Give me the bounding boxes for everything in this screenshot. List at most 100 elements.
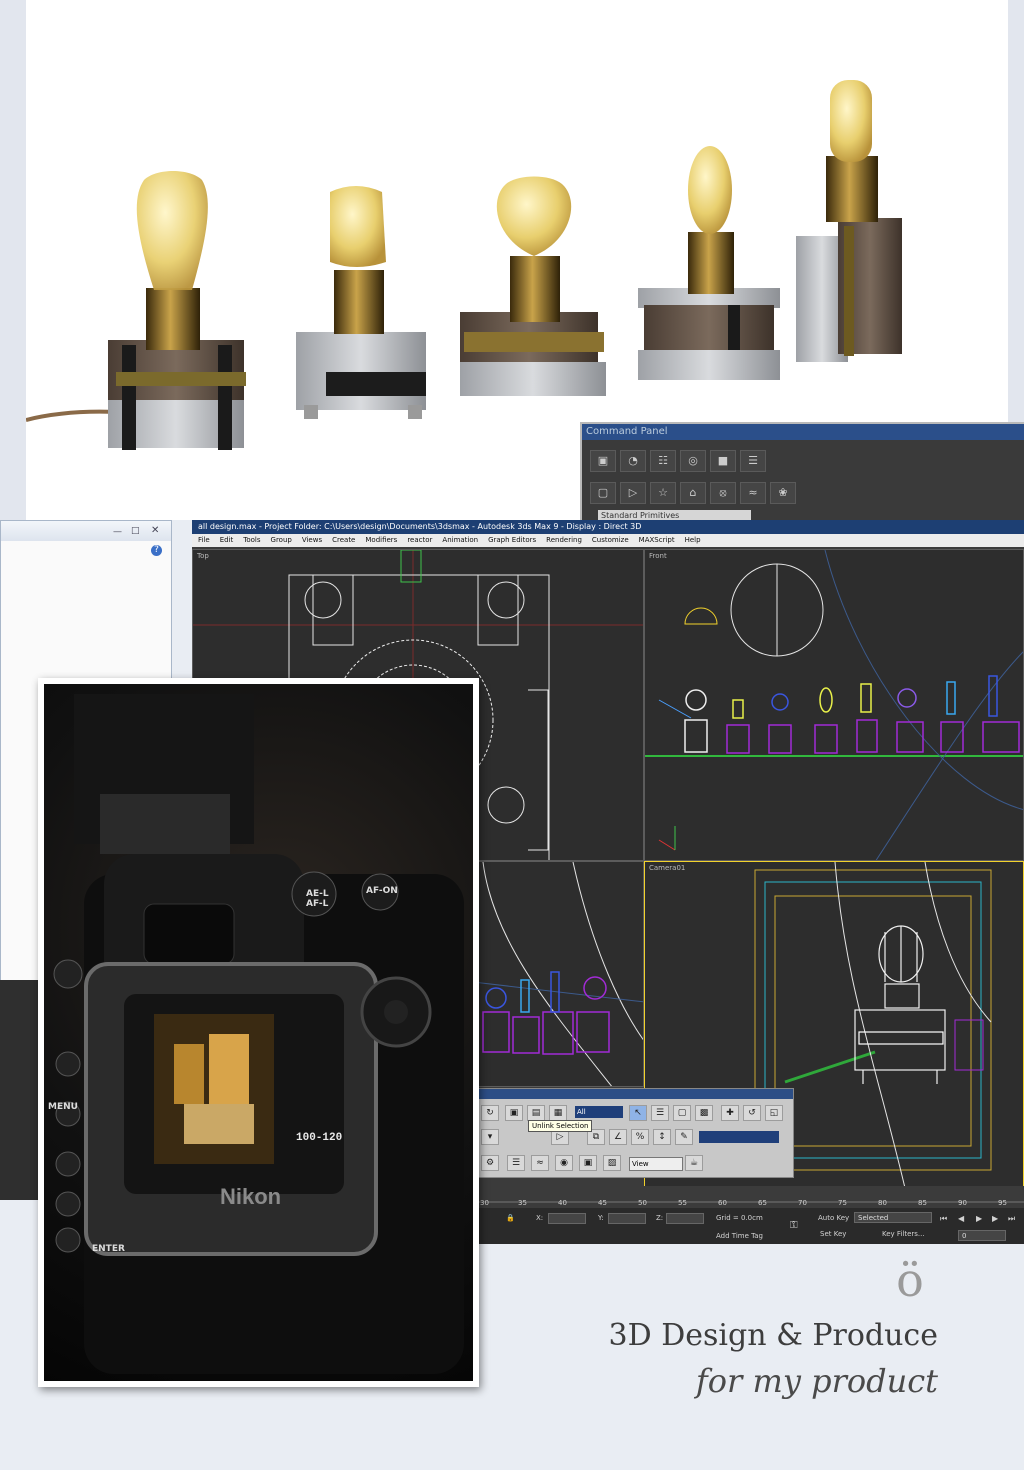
select-and-scale-icon[interactable]: ◱ [765,1105,783,1121]
add-time-tag[interactable]: Add Time Tag [716,1232,763,1240]
quick-render-icon[interactable]: ☕ [685,1155,703,1171]
close-icon[interactable]: ✕ [151,525,159,536]
cable [25,409,117,422]
z-coordinate-field[interactable] [666,1213,704,1224]
lamp-2 [296,186,426,419]
current-frame-field[interactable]: 0 [958,1230,1006,1241]
go-to-start-icon[interactable]: ⏮ [940,1214,947,1224]
lamp-1 [108,171,246,450]
floating-toolbar-titlebar[interactable] [479,1089,793,1099]
menu-group[interactable]: Group [271,534,292,547]
camera-brand-logo: Nikon [220,1184,282,1209]
previous-frame-icon[interactable]: ◀ [958,1214,964,1223]
percent-snap-icon[interactable]: % [631,1129,649,1145]
command-panel[interactable]: Command Panel ▣ ◔ ☷ ◎ ■ ☰ ▢ ▷ ☆ ⌂ ⦻ ≈ ❀ … [580,422,1024,522]
y-coordinate-field[interactable] [608,1213,646,1224]
command-panel-tabs: ▣ ◔ ☷ ◎ ■ ☰ [590,450,766,472]
menu-edit[interactable]: Edit [220,534,234,547]
select-and-rotate-icon[interactable]: ↺ [743,1105,761,1121]
brand-logo: ö [896,1253,924,1307]
space-warps-icon[interactable]: ≈ [740,482,766,504]
next-frame-icon[interactable]: ▶ [992,1214,998,1223]
hierarchy-tab-icon[interactable]: ☷ [650,450,676,472]
key-filters-button[interactable]: Key Filters... [882,1230,925,1238]
create-tab-icon[interactable]: ▣ [590,450,616,472]
menu-maxscript[interactable]: MAXScript [639,534,675,547]
menu-customize[interactable]: Customize [592,534,629,547]
cameras-icon[interactable]: ⌂ [680,482,706,504]
secondary-window-titlebar: — □ ✕ ? [1,521,171,556]
render-frame-icon[interactable]: ▨ [603,1155,621,1171]
lights-icon[interactable]: ☆ [650,482,676,504]
redo-icon[interactable]: ↻ [481,1105,499,1121]
window-crossing-icon[interactable]: ▩ [695,1105,713,1121]
select-and-link-icon[interactable]: ▣ [505,1105,523,1121]
motion-tab-icon[interactable]: ◎ [680,450,706,472]
floating-toolbar[interactable]: ↻ ▣ ▤ ▦ All ↖ ☰ ▢ ▩ ✚ ↺ ◱ ▾ ▷ ⧉ ∠ % ↕ ✎ … [478,1088,794,1178]
render-setup-icon[interactable]: ▣ [579,1155,597,1171]
spinner-snap-icon[interactable]: ↕ [653,1129,671,1145]
display-tab-icon[interactable]: ■ [710,450,736,472]
menu-graph-editors[interactable]: Graph Editors [488,534,536,547]
menu-file[interactable]: File [198,534,210,547]
menu-modifiers[interactable]: Modifiers [365,534,397,547]
menu-views[interactable]: Views [302,534,322,547]
material-editor-icon[interactable]: ◉ [555,1155,573,1171]
unlink-selection-tooltip: Unlink Selection [528,1120,593,1132]
maximize-icon[interactable]: □ [131,526,140,536]
grid-size: Grid = 0.0cm [716,1214,763,1222]
viewport-top-label: Top [197,552,209,560]
af-on-label: AF-ON [366,886,398,896]
key-icon[interactable]: ⚿ [790,1220,798,1231]
selection-filter-dropdown[interactable]: All [575,1106,623,1118]
systems-icon[interactable]: ❀ [770,482,796,504]
tick-label: 35 [518,1199,527,1207]
select-by-name-icon[interactable]: ☰ [651,1105,669,1121]
tick-label: 70 [798,1199,807,1207]
help-icon[interactable]: ? [151,545,162,556]
edit-named-selection-icon[interactable]: ✎ [675,1129,693,1145]
menu-animation[interactable]: Animation [442,534,478,547]
bind-to-space-warp-icon[interactable]: ▦ [549,1105,567,1121]
tick-label: 75 [838,1199,847,1207]
reference-dropdown-icon[interactable]: ▾ [481,1129,499,1145]
angle-snap-icon[interactable]: ∠ [609,1129,627,1145]
set-key-button[interactable]: Set Key [820,1230,846,1238]
lamp-3 [460,176,606,396]
curve-editor-icon[interactable]: ≈ [531,1155,549,1171]
schematic-view-icon[interactable]: ⚙ [481,1155,499,1171]
tick-label: 85 [918,1199,927,1207]
y-label: Y: [598,1214,604,1222]
max-menu-bar: File Edit Tools Group Views Create Modif… [192,534,1024,547]
go-to-end-icon[interactable]: ⏭ [1008,1214,1015,1224]
menu-tools[interactable]: Tools [243,534,260,547]
select-and-move-icon[interactable]: ✚ [721,1105,739,1121]
menu-rendering[interactable]: Rendering [546,534,582,547]
select-object-icon[interactable]: ↖ [629,1105,647,1121]
auto-key-button[interactable]: Auto Key [818,1214,849,1222]
layer-manager-icon[interactable]: ☰ [507,1155,525,1171]
menu-help[interactable]: Help [685,534,701,547]
named-selection-sets-dropdown[interactable] [699,1131,779,1143]
render-type-dropdown[interactable]: View [629,1157,683,1171]
tick-label: 50 [638,1199,647,1207]
menu-reactor[interactable]: reactor [407,534,432,547]
rectangular-selection-icon[interactable]: ▢ [673,1105,691,1121]
play-icon[interactable]: ▶ [976,1214,982,1223]
shapes-icon[interactable]: ▷ [620,482,646,504]
unlink-selection-icon[interactable]: ▤ [527,1105,545,1121]
minimize-icon[interactable]: — [113,527,122,537]
geometry-icon[interactable]: ▢ [590,482,616,504]
z-label: Z: [656,1214,664,1222]
modify-tab-icon[interactable]: ◔ [620,450,646,472]
viewport-front[interactable]: Front [644,549,1024,861]
x-coordinate-field[interactable] [548,1213,586,1224]
tick-label: 45 [598,1199,607,1207]
utilities-tab-icon[interactable]: ☰ [740,450,766,472]
helpers-icon[interactable]: ⦻ [710,482,736,504]
key-mode-dropdown[interactable]: Selected [854,1212,932,1223]
lock-selection-icon[interactable]: 🔒 [506,1214,515,1222]
nikon-camera-illustration [53,694,464,1374]
time-slider-ruler[interactable]: 30 35 40 45 50 55 60 65 70 75 80 85 90 9… [478,1186,1024,1208]
menu-create[interactable]: Create [332,534,355,547]
